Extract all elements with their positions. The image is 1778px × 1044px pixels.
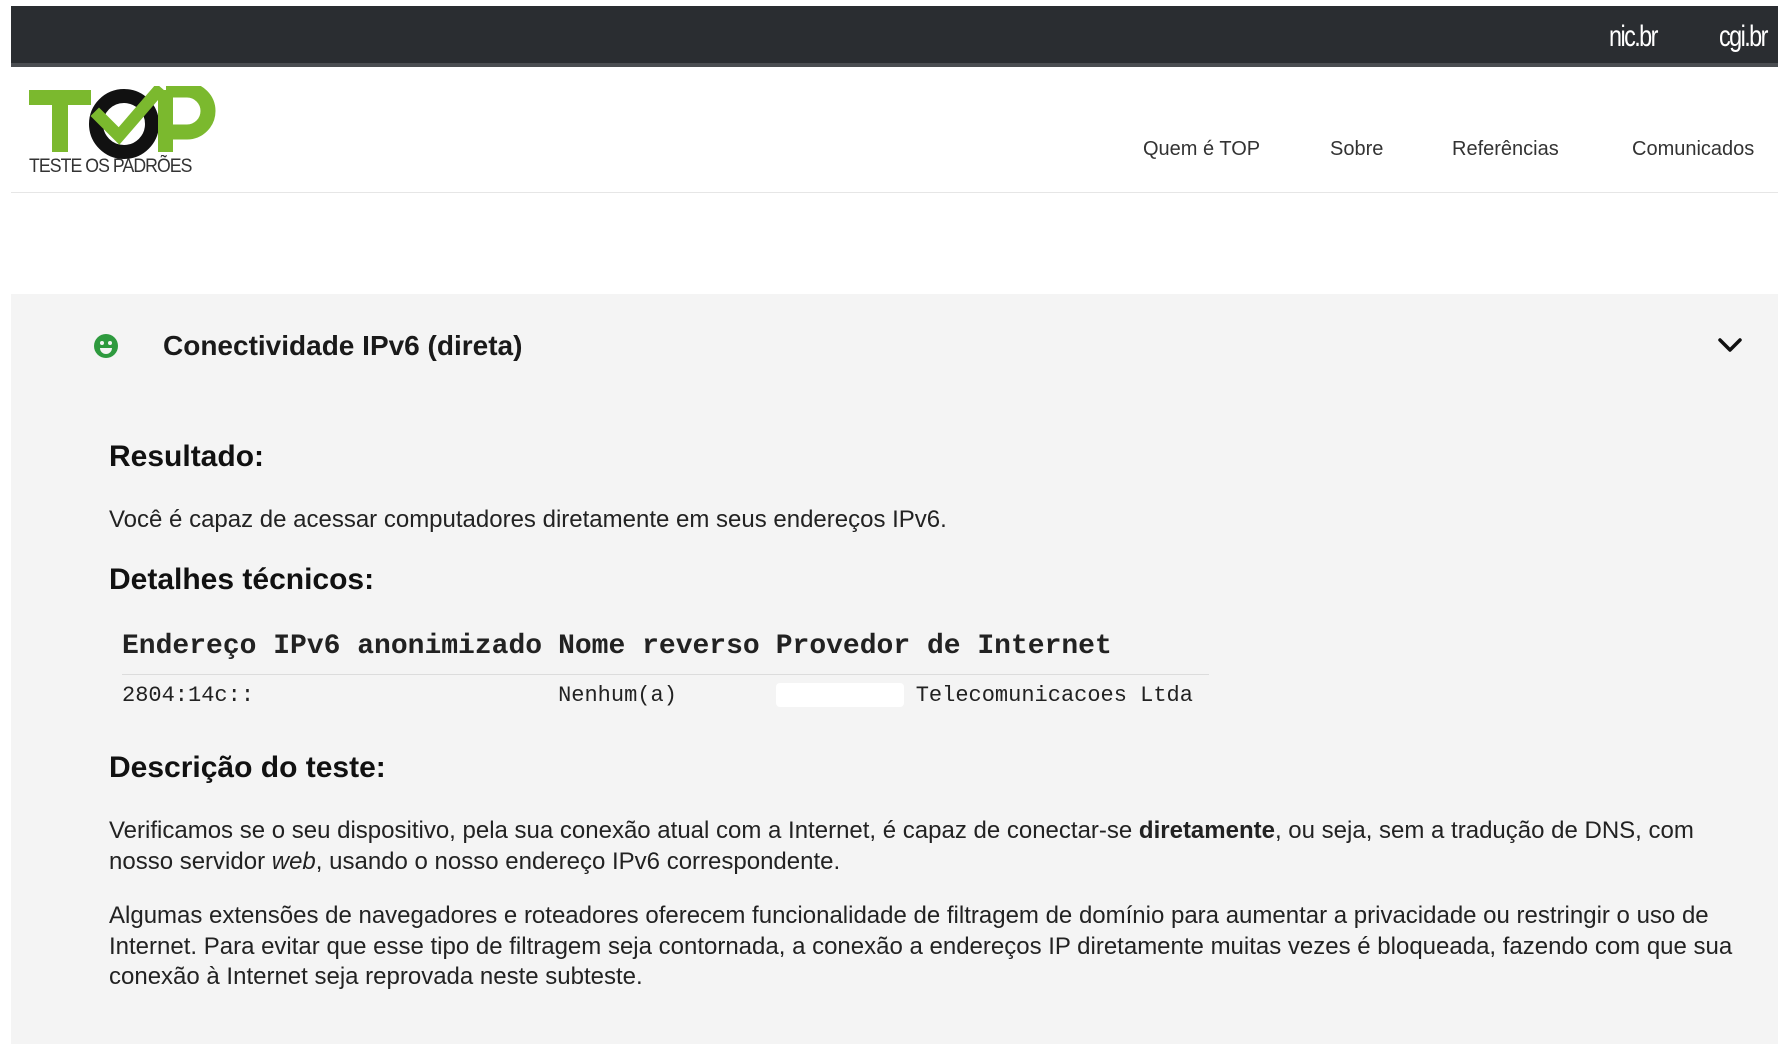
smile-icon [94, 334, 118, 358]
description-heading: Descrição do teste: [109, 751, 386, 784]
cell-reverse-name: Nenhum(a) [558, 683, 677, 708]
chevron-down-icon[interactable] [1715, 332, 1745, 358]
description-paragraph-2: Algumas extensões de navegadores e rotea… [109, 902, 1733, 990]
panel-header[interactable]: Conectividade IPv6 (direta) [11, 294, 1778, 404]
site-header: TESTE OS PADRÕES Quem é TOP Sobre Referê… [11, 70, 1778, 193]
cell-provider: Telecomunicacoes Ltda [775, 675, 1209, 708]
desc1-bold: diretamente [1138, 817, 1275, 844]
desc1-text-a: Verificamos se o seu dispositivo, pela s… [109, 817, 1139, 844]
nav-comunicados[interactable]: Comunicados [1632, 138, 1754, 161]
col-provider: Provedor de Internet [775, 631, 1209, 675]
top-bar: nic.br cgi.br [11, 6, 1778, 67]
desc1-text-c: , usando o nosso endereço IPv6 correspon… [315, 847, 841, 875]
col-reverse-name: Nome reverso [558, 631, 776, 675]
result-text: Você é capaz de acessar computadores dir… [109, 506, 947, 533]
technical-details-table: Endereço IPv6 anonimizado Nome reverso P… [122, 631, 1209, 708]
details-heading: Detalhes técnicos: [109, 563, 375, 596]
nav-quem-e-top[interactable]: Quem é TOP [1143, 138, 1260, 161]
cgi-br-link[interactable]: cgi.br [1719, 20, 1768, 54]
logo-tagline: TESTE OS PADRÕES [29, 156, 192, 177]
provider-name: Telecomunicacoes Ltda [915, 683, 1193, 708]
col-ipv6-address: Endereço IPv6 anonimizado [122, 631, 559, 675]
desc1-italic: web [271, 847, 316, 875]
nav-referencias[interactable]: Referências [1452, 138, 1559, 161]
table-header-row: Endereço IPv6 anonimizado Nome reverso P… [122, 631, 1209, 675]
ipv6-direct-panel: Conectividade IPv6 (direta) Resultado: V… [11, 294, 1778, 1044]
cell-ipv6-address: 2804:14c:: [122, 683, 255, 708]
description-paragraph-1: Verificamos se o seu dispositivo, pela s… [109, 816, 1749, 877]
nic-br-link[interactable]: nic.br [1609, 20, 1658, 54]
panel-title: Conectividade IPv6 (direta) [163, 330, 523, 361]
redaction-box [775, 683, 904, 708]
nav-sobre[interactable]: Sobre [1330, 138, 1383, 161]
table-row: 2804:14c:: Nenhum(a) Telecomunicacoes Lt… [122, 675, 1209, 708]
result-heading: Resultado: [109, 440, 265, 473]
